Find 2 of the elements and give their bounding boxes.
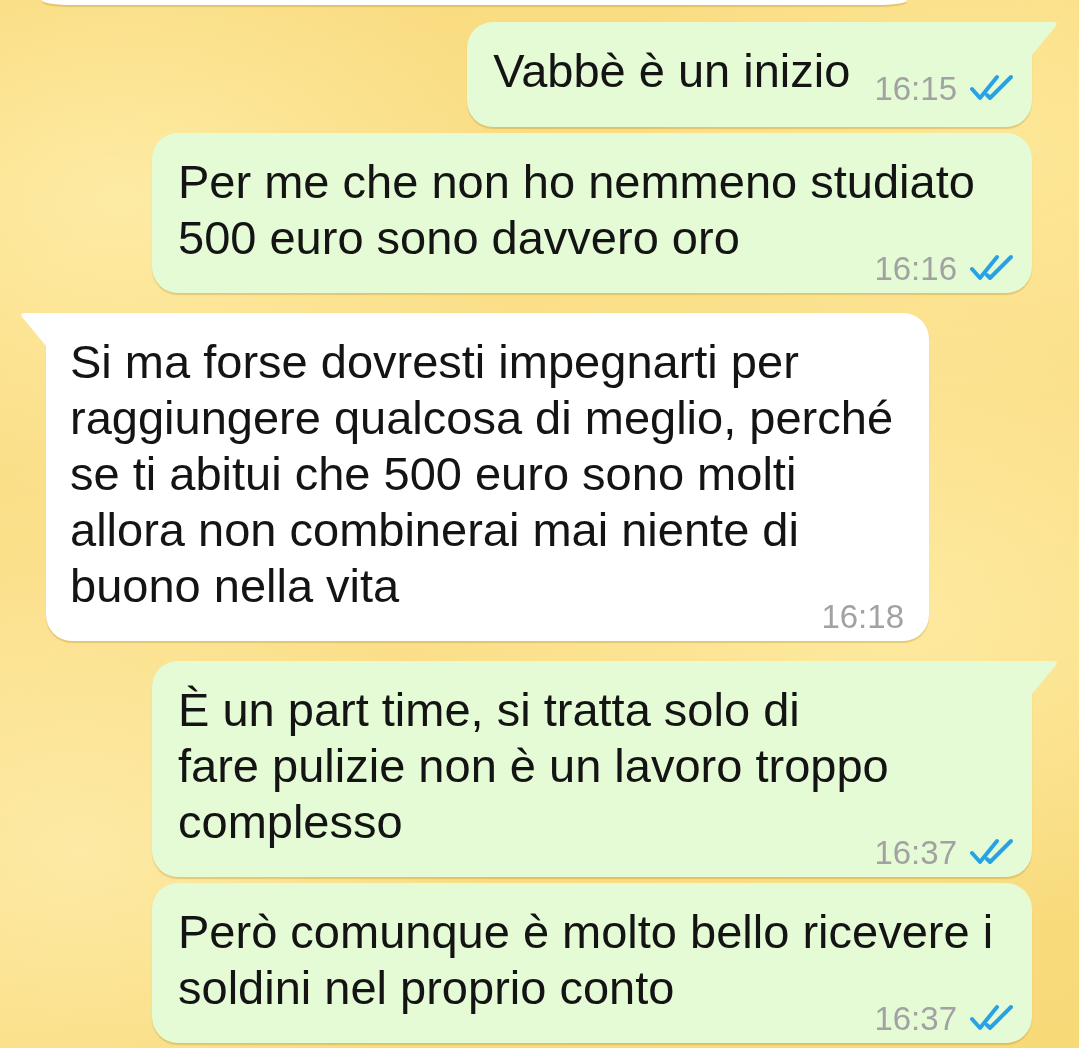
timestamp: 16:15 (874, 76, 957, 101)
message-text: Vabbè è un inizio (493, 44, 851, 97)
